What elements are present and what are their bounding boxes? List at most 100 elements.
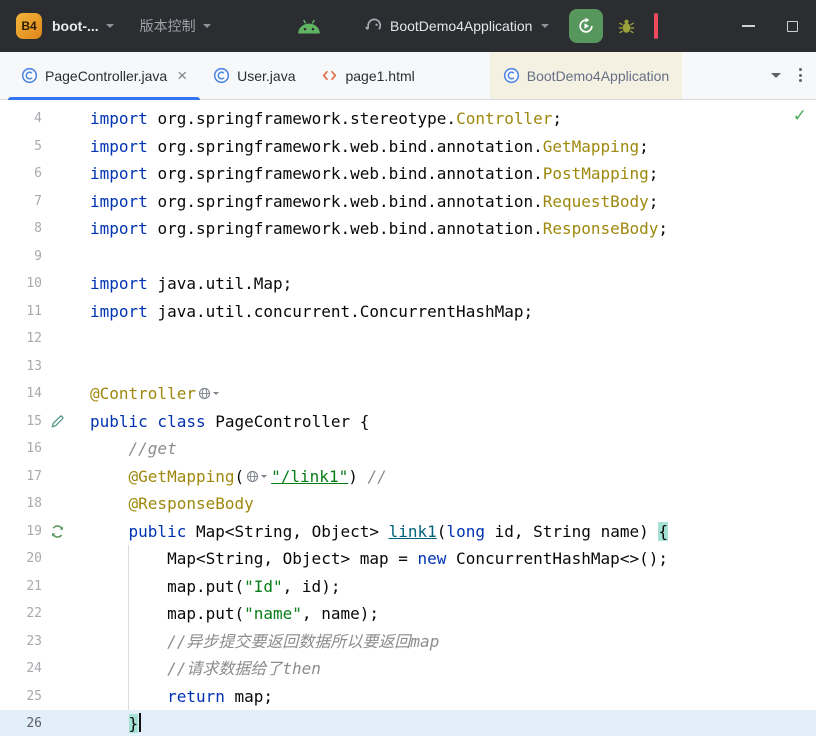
chevron-down-icon — [541, 24, 550, 28]
tab-bar-tabs: PageController.java × User.java page1.html B… — [8, 52, 683, 100]
code-line[interactable]: 16 //get — [0, 435, 816, 463]
code-text: @GetMapping("/link1") // — [128, 466, 387, 486]
java-class-file-icon — [503, 67, 520, 84]
maximize-icon[interactable] — [787, 20, 798, 32]
code-line[interactable]: 14 @Controller — [0, 380, 816, 408]
code-line[interactable]: 23 //异步提交要返回数据所以要返回map — [0, 628, 816, 656]
line-number[interactable]: 21 — [0, 573, 42, 601]
project-widget[interactable]: boot-... — [52, 18, 114, 34]
line-number[interactable]: 20 — [0, 545, 42, 573]
inspections-ok-icon[interactable]: ✓ — [793, 106, 807, 126]
gutter-spacer — [42, 188, 90, 216]
code-line[interactable]: 7 import org.springframework.web.bind.ann… — [0, 188, 816, 216]
code-line[interactable]: 26 } — [0, 710, 816, 736]
line-number[interactable]: 22 — [0, 600, 42, 628]
code-line[interactable]: 19 public Map<String, Object> link1(long… — [0, 518, 816, 546]
line-number[interactable]: 10 — [0, 270, 42, 298]
code-line[interactable]: 6 import org.springframework.web.bind.ann… — [0, 160, 816, 188]
profiler-indicator[interactable] — [654, 13, 659, 39]
line-number[interactable]: 14 — [0, 380, 42, 408]
line-number[interactable]: 9 — [0, 243, 42, 271]
tab-label: BootDemo4Application — [526, 67, 670, 84]
line-number[interactable]: 19 — [0, 518, 42, 546]
line-number[interactable]: 13 — [0, 353, 42, 381]
line-number[interactable]: 25 — [0, 683, 42, 711]
line-number[interactable]: 6 — [0, 160, 42, 188]
tab-bootdemo4application[interactable]: BootDemo4Application — [489, 52, 683, 99]
line-number[interactable]: 18 — [0, 490, 42, 518]
line-number[interactable]: 24 — [0, 655, 42, 683]
code-line[interactable]: 18 @ResponseBody — [0, 490, 816, 518]
code-line[interactable]: 24 //请求数据给了then — [0, 655, 816, 683]
bug-icon — [619, 19, 635, 33]
code-line[interactable]: 5 import org.springframework.web.bind.ann… — [0, 133, 816, 161]
tab-pagecontroller-java[interactable]: PageController.java × — [8, 52, 201, 100]
run-configuration-selector[interactable]: BootDemo4Application — [364, 17, 550, 36]
gutter-spacer — [42, 683, 90, 711]
gradle-icon — [364, 17, 383, 36]
gutter-spacer — [42, 160, 90, 188]
endpoint-gutter-icon[interactable] — [42, 518, 90, 546]
run-button[interactable] — [569, 9, 604, 43]
code-line[interactable]: 12 — [0, 325, 816, 353]
gutter-spacer — [42, 573, 90, 601]
gutter-spacer — [42, 655, 90, 683]
code-line[interactable]: 25 return map; — [0, 683, 816, 711]
code-line[interactable]: 11 import java.util.concurrent.Concurrent… — [0, 298, 816, 326]
line-number[interactable]: 17 — [0, 463, 42, 491]
tab-page1-html[interactable]: page1.html — [308, 52, 427, 99]
code-text: import java.util.Map; — [90, 274, 293, 293]
line-number[interactable]: 23 — [0, 628, 42, 656]
line-number[interactable]: 15 — [0, 408, 42, 436]
android-icon[interactable] — [296, 18, 322, 35]
gutter-spacer — [42, 133, 90, 161]
code-line[interactable]: 8 import org.springframework.web.bind.ann… — [0, 215, 816, 243]
chevron-down-icon — [105, 24, 114, 28]
code-text: //get — [128, 439, 177, 458]
gutter-spacer — [42, 270, 90, 298]
code-line[interactable]: 17 @GetMapping("/link1") // — [0, 463, 816, 491]
line-number[interactable]: 16 — [0, 435, 42, 463]
code-text: //异步提交要返回数据所以要返回map — [167, 631, 440, 651]
close-tab-icon[interactable]: × — [177, 67, 187, 84]
code-line[interactable]: 13 — [0, 353, 816, 381]
code-line[interactable]: 22 map.put("name", name); — [0, 600, 816, 628]
code-text: import org.springframework.web.bind.anno… — [90, 164, 659, 183]
line-number[interactable]: 7 — [0, 188, 42, 216]
url-mapping-globe-icon[interactable] — [198, 387, 219, 400]
line-number[interactable]: 11 — [0, 298, 42, 326]
code-line[interactable]: 21 map.put("Id", id); — [0, 573, 816, 601]
vcs-label: 版本控制 — [139, 18, 196, 34]
vcs-widget[interactable]: 版本控制 — [124, 16, 211, 36]
tab-options-kebab-icon[interactable] — [799, 68, 802, 82]
project-logo[interactable]: B4 — [16, 13, 42, 39]
tab-user-java[interactable]: User.java — [200, 52, 308, 99]
tab-label: User.java — [237, 67, 296, 84]
gutter-spacer — [42, 710, 90, 736]
hidden-tabs-chevron-icon[interactable] — [771, 72, 781, 78]
line-number[interactable]: 12 — [0, 325, 42, 353]
code-text: @ResponseBody — [128, 494, 254, 513]
tab-label: PageController.java — [45, 67, 168, 84]
minimize-icon[interactable] — [742, 25, 755, 27]
pen-gutter-icon[interactable] — [42, 408, 90, 436]
code-editor[interactable]: 4 import org.springframework.stereotype.C… — [0, 100, 816, 736]
line-number[interactable]: 26 — [0, 710, 42, 736]
code-line[interactable]: 15 public class PageController { — [0, 408, 816, 436]
line-number[interactable]: 4 — [0, 105, 42, 133]
code-line[interactable]: 4 import org.springframework.stereotype.C… — [0, 105, 816, 133]
code-text: return map; — [167, 686, 274, 706]
chevron-down-icon — [202, 24, 211, 28]
gutter-spacer — [42, 298, 90, 326]
code-text: //请求数据给了then — [167, 659, 321, 678]
url-mapping-globe-icon[interactable] — [246, 470, 268, 483]
line-number[interactable]: 8 — [0, 215, 42, 243]
code-line[interactable]: 20 Map<String, Object> map = new Concurr… — [0, 545, 816, 573]
debug-button[interactable] — [617, 17, 636, 36]
line-number[interactable]: 5 — [0, 133, 42, 161]
code-line[interactable]: 10 import java.util.Map; — [0, 270, 816, 298]
code-line[interactable]: 9 — [0, 243, 816, 271]
